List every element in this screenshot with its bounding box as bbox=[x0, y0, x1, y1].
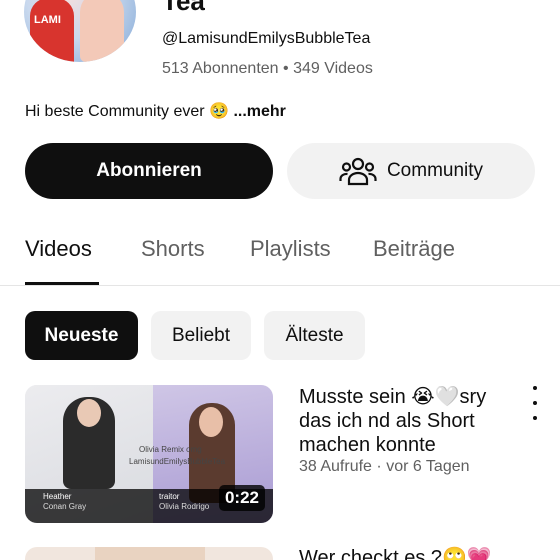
tab-beitraege[interactable]: Beiträge bbox=[373, 236, 455, 262]
dot bbox=[533, 386, 537, 390]
channel-description[interactable]: Hi beste Community ever 🥹 ...mehr bbox=[25, 101, 286, 121]
people-icon bbox=[339, 157, 377, 186]
video-meta-separator: · bbox=[376, 458, 382, 475]
subscribe-button[interactable]: Abonnieren bbox=[25, 143, 273, 199]
video-title[interactable]: Wer checkt es ?🙄💗 bbox=[299, 545, 492, 560]
thumbnail-song-right: traitor bbox=[159, 492, 180, 501]
video-duration: 0:22 bbox=[218, 485, 265, 511]
avatar-figure bbox=[80, 0, 124, 62]
more-options-icon[interactable] bbox=[526, 386, 544, 420]
avatar-text: LAMI bbox=[34, 14, 61, 26]
stats-separator: • bbox=[283, 60, 289, 77]
channel-handle: @LamisundEmilysBubbleTea bbox=[162, 30, 371, 47]
thumbnail-handle-text: LamisundEmilysBubbleTea bbox=[129, 457, 226, 466]
subscribe-label: Abonnieren bbox=[96, 160, 202, 181]
thumbnail-face-right bbox=[199, 407, 223, 437]
chip-aelteste[interactable]: Älteste bbox=[264, 311, 365, 360]
chip-neueste[interactable]: Neueste bbox=[25, 311, 138, 360]
thumbnail-artist-right: Olivia Rodrigo bbox=[159, 502, 210, 511]
channel-tabs: Videos Shorts Playlists Beiträge bbox=[0, 232, 560, 286]
more-link[interactable]: ...mehr bbox=[233, 103, 285, 120]
community-button[interactable]: Community bbox=[287, 143, 535, 199]
dot bbox=[533, 401, 537, 405]
dot bbox=[533, 416, 537, 420]
channel-title: Tea bbox=[162, 0, 205, 16]
subscriber-count: 513 Abonnenten bbox=[162, 60, 279, 77]
thumbnail-artist-left: Conan Gray bbox=[43, 502, 87, 511]
video-meta: 38 Aufrufe · vor 6 Tagen bbox=[299, 458, 470, 476]
community-label: Community bbox=[386, 160, 484, 181]
video-count: 349 Videos bbox=[293, 60, 373, 77]
chip-beliebt[interactable]: Beliebt bbox=[151, 311, 251, 360]
tab-playlists[interactable]: Playlists bbox=[250, 236, 331, 262]
video-age: vor 6 Tagen bbox=[386, 458, 470, 475]
channel-stats: 513 Abonnenten • 349 Videos bbox=[162, 60, 373, 78]
video-thumbnail[interactable] bbox=[25, 547, 273, 560]
thumbnail-face-left bbox=[77, 399, 101, 427]
video-title[interactable]: Musste sein 😭🤍sry das ich nd als Short m… bbox=[299, 385, 509, 457]
video-thumbnail[interactable]: Olivia Remix omg LamisundEmilysBubbleTea… bbox=[25, 385, 273, 523]
thumbnail-center-text: Olivia Remix omg bbox=[139, 445, 202, 454]
active-tab-indicator bbox=[25, 282, 99, 285]
thumbnail-song-left: Heather bbox=[43, 492, 72, 501]
avatar-figure-red bbox=[30, 0, 74, 62]
video-views: 38 Aufrufe bbox=[299, 458, 372, 475]
tab-videos[interactable]: Videos bbox=[25, 236, 92, 262]
channel-avatar[interactable]: LAMI bbox=[24, 0, 136, 62]
description-text: Hi beste Community ever 🥹 bbox=[25, 103, 229, 120]
tab-shorts[interactable]: Shorts bbox=[141, 236, 205, 262]
thumbnail-face bbox=[95, 547, 205, 560]
